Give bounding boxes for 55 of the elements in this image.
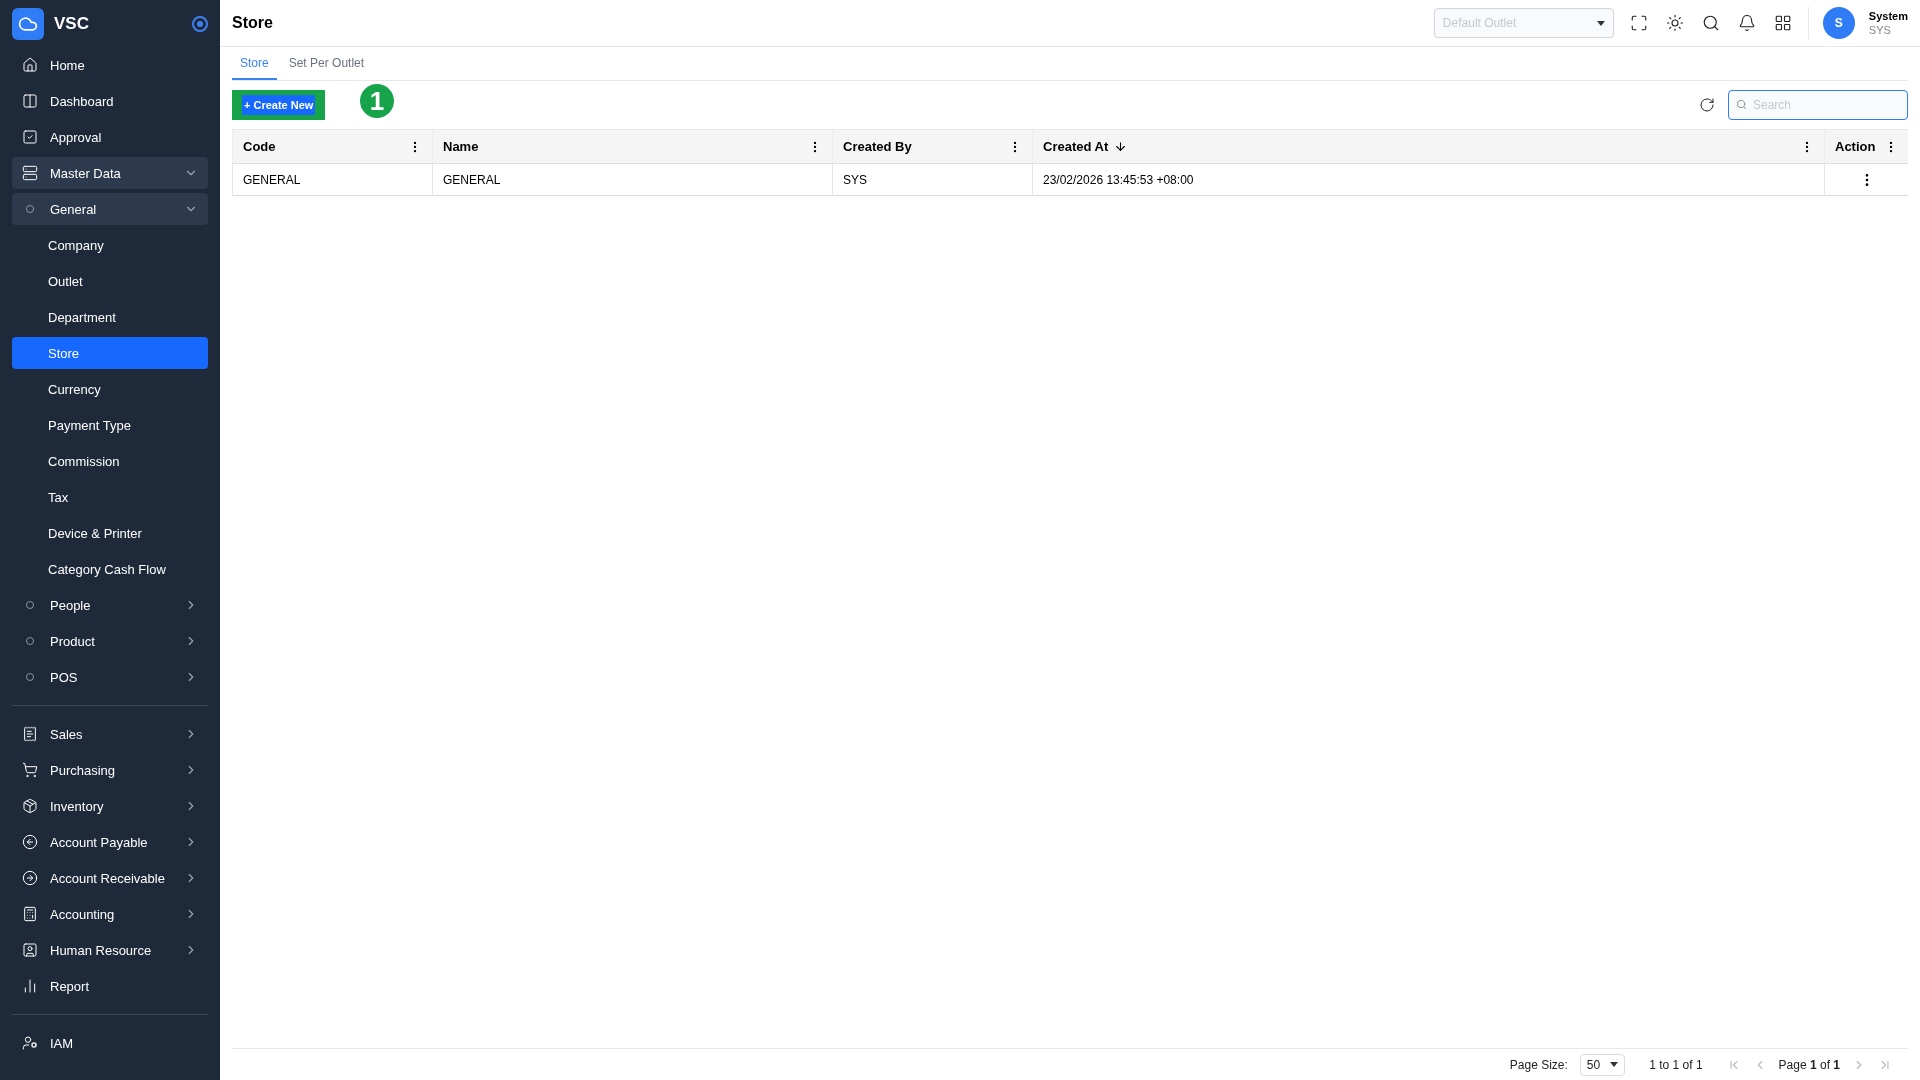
row-range: 1 to 1 of 1: [1649, 1057, 1703, 1072]
column-header[interactable]: Action: [1824, 130, 1908, 164]
sidebar-item[interactable]: Master Data: [12, 157, 208, 189]
sidebar-subitem[interactable]: Currency: [12, 373, 208, 405]
brand-name: VSC: [54, 13, 90, 34]
sidebar-item[interactable]: POS: [12, 661, 208, 693]
table-cell: 23/02/2026 13:45:53 +08:00: [1032, 164, 1824, 196]
sidebar-item[interactable]: Inventory: [12, 790, 208, 822]
sidebar-subitem[interactable]: Commission: [12, 445, 208, 477]
user-avatar[interactable]: S: [1822, 7, 1855, 39]
sidebar-toggle-icon[interactable]: [192, 15, 208, 32]
caret-icon: [1610, 1062, 1619, 1067]
sidebar-item[interactable]: General: [12, 193, 208, 225]
sidebar-item[interactable]: Account Receivable: [12, 862, 208, 894]
sidebar-item[interactable]: Account Payable: [12, 826, 208, 858]
column-header[interactable]: Code: [232, 130, 432, 164]
table-cell: SYS: [832, 164, 1032, 196]
sidebar-subitem[interactable]: Department: [12, 301, 208, 333]
page-indicator: Page 1 of 1: [1778, 1057, 1840, 1072]
table-cell: GENERAL: [232, 164, 432, 196]
sidebar-item[interactable]: Sales: [12, 718, 208, 750]
create-new-button[interactable]: + Create New: [232, 90, 326, 120]
sidebar-item[interactable]: Human Resource: [12, 934, 208, 966]
sidebar-item[interactable]: Dashboard: [12, 85, 208, 117]
sidebar-item[interactable]: Accounting: [12, 898, 208, 930]
sidebar-subitem[interactable]: Company: [12, 229, 208, 261]
sidebar-item[interactable]: People: [12, 589, 208, 621]
page-size-label: Page Size:: [1509, 1057, 1568, 1072]
tab[interactable]: Set Per Outlet: [280, 47, 373, 80]
column-header[interactable]: Name: [432, 130, 832, 164]
cloud-logo-icon: [12, 7, 44, 40]
sort-down-icon: [1114, 140, 1128, 153]
sidebar-subitem[interactable]: Store: [12, 337, 208, 369]
caret-icon: [1596, 20, 1605, 26]
column-header[interactable]: Created At: [1032, 130, 1824, 164]
sidebar-item[interactable]: Purchasing: [12, 754, 208, 786]
sidebar-item[interactable]: Report: [12, 970, 208, 1002]
step-badge: 1: [360, 84, 394, 118]
sidebar-item[interactable]: Home: [12, 49, 208, 81]
tab[interactable]: Store: [232, 47, 277, 80]
user-code: SYS: [1868, 23, 1892, 37]
page-title: Store: [232, 14, 274, 32]
sidebar-subitem[interactable]: Device & Printer: [12, 517, 208, 549]
sidebar-subitem[interactable]: Outlet: [12, 265, 208, 297]
table-cell: GENERAL: [432, 164, 832, 196]
sidebar-subitem[interactable]: Tax: [12, 481, 208, 513]
column-header[interactable]: Created By: [832, 130, 1032, 164]
sidebar-item[interactable]: IAM: [12, 1027, 208, 1059]
sidebar-item[interactable]: Approval: [12, 121, 208, 153]
sidebar-subitem[interactable]: Payment Type: [12, 409, 208, 441]
sidebar-item[interactable]: Product: [12, 625, 208, 657]
user-name: System: [1868, 9, 1908, 23]
page-size-select[interactable]: 50: [1579, 1053, 1626, 1076]
search-icon: [1736, 99, 1747, 110]
sidebar-subitem[interactable]: Category Cash Flow: [12, 553, 208, 585]
